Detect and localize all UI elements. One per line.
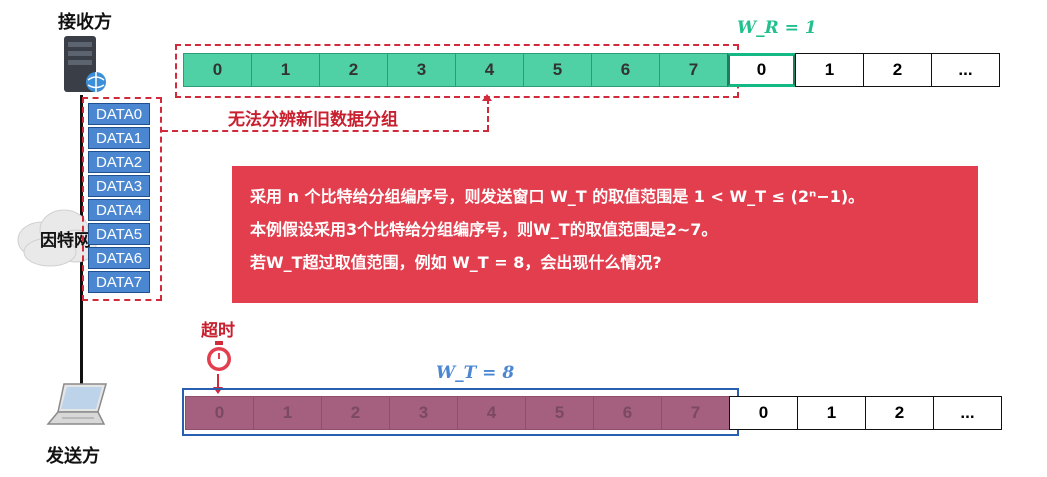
- seq-cell: 4: [457, 396, 526, 430]
- receiver-sequence-row: 0 1 2 3 4 5 6 7 0 1 2 ...: [183, 53, 1000, 87]
- seq-cell: 5: [525, 396, 594, 430]
- seq-cell: 2: [319, 53, 388, 87]
- seq-cell: 0: [185, 396, 254, 430]
- receiver-window-label: W_R = 1: [737, 18, 817, 38]
- data-packet: DATA5: [88, 223, 150, 245]
- ambiguity-connector-bottom: [162, 130, 489, 132]
- data-packet: DATA7: [88, 271, 150, 293]
- timeout-label: 超时: [201, 321, 235, 341]
- laptop-icon: [44, 380, 114, 436]
- seq-cell: 1: [797, 396, 866, 430]
- sender-label: 发送方: [46, 446, 100, 467]
- info-line-1: 采用 n 个比特给分组编序号，则发送窗口 W_T 的取值范围是 1 < W_T …: [250, 187, 865, 206]
- sender-window-label: W_T = 8: [436, 363, 515, 383]
- receiver-label: 接收方: [58, 12, 112, 33]
- seq-cell: 1: [253, 396, 322, 430]
- ambiguity-connector-right: [487, 98, 489, 131]
- server-icon: [58, 34, 112, 100]
- seq-cell: 4: [455, 53, 524, 87]
- seq-cell: 7: [661, 396, 730, 430]
- seq-cell: 0: [729, 396, 798, 430]
- seq-cell: 7: [659, 53, 728, 87]
- arrow-up-icon: [482, 94, 492, 101]
- seq-cell: 2: [321, 396, 390, 430]
- seq-cell: 6: [591, 53, 660, 87]
- sender-sequence-row: 0 1 2 3 4 5 6 7 0 1 2 ...: [185, 396, 1002, 430]
- data-packet: DATA2: [88, 151, 150, 173]
- info-line-2: 本例假设采用3个比特给分组编序号，则W_T的取值范围是2~7。: [250, 220, 718, 239]
- seq-cell: 3: [389, 396, 458, 430]
- data-packet: DATA6: [88, 247, 150, 269]
- seq-cell: 3: [387, 53, 456, 87]
- data-packet: DATA4: [88, 199, 150, 221]
- seq-cell: ...: [933, 396, 1002, 430]
- seq-cell: 5: [523, 53, 592, 87]
- timeout-arrow-line: [217, 374, 219, 388]
- data-packet: DATA3: [88, 175, 150, 197]
- seq-cell: ...: [931, 53, 1000, 87]
- receiver-window-cell: 0: [727, 53, 796, 87]
- ambiguity-label: 无法分辨新旧数据分组: [228, 110, 398, 130]
- seq-cell: 0: [183, 53, 252, 87]
- seq-cell: 1: [795, 53, 864, 87]
- info-box: 采用 n 个比特给分组编序号，则发送窗口 W_T 的取值范围是 1 < W_T …: [232, 166, 978, 303]
- packet-stack: DATA0 DATA1 DATA2 DATA3 DATA4 DATA5 DATA…: [88, 103, 150, 295]
- seq-cell: 1: [251, 53, 320, 87]
- data-packet: DATA0: [88, 103, 150, 125]
- seq-cell: 2: [865, 396, 934, 430]
- seq-cell: 6: [593, 396, 662, 430]
- data-packet: DATA1: [88, 127, 150, 149]
- stopwatch-icon: [203, 340, 235, 378]
- seq-cell: 2: [863, 53, 932, 87]
- info-line-3: 若W_T超过取值范围，例如 W_T = 8，会出现什么情况?: [250, 253, 662, 272]
